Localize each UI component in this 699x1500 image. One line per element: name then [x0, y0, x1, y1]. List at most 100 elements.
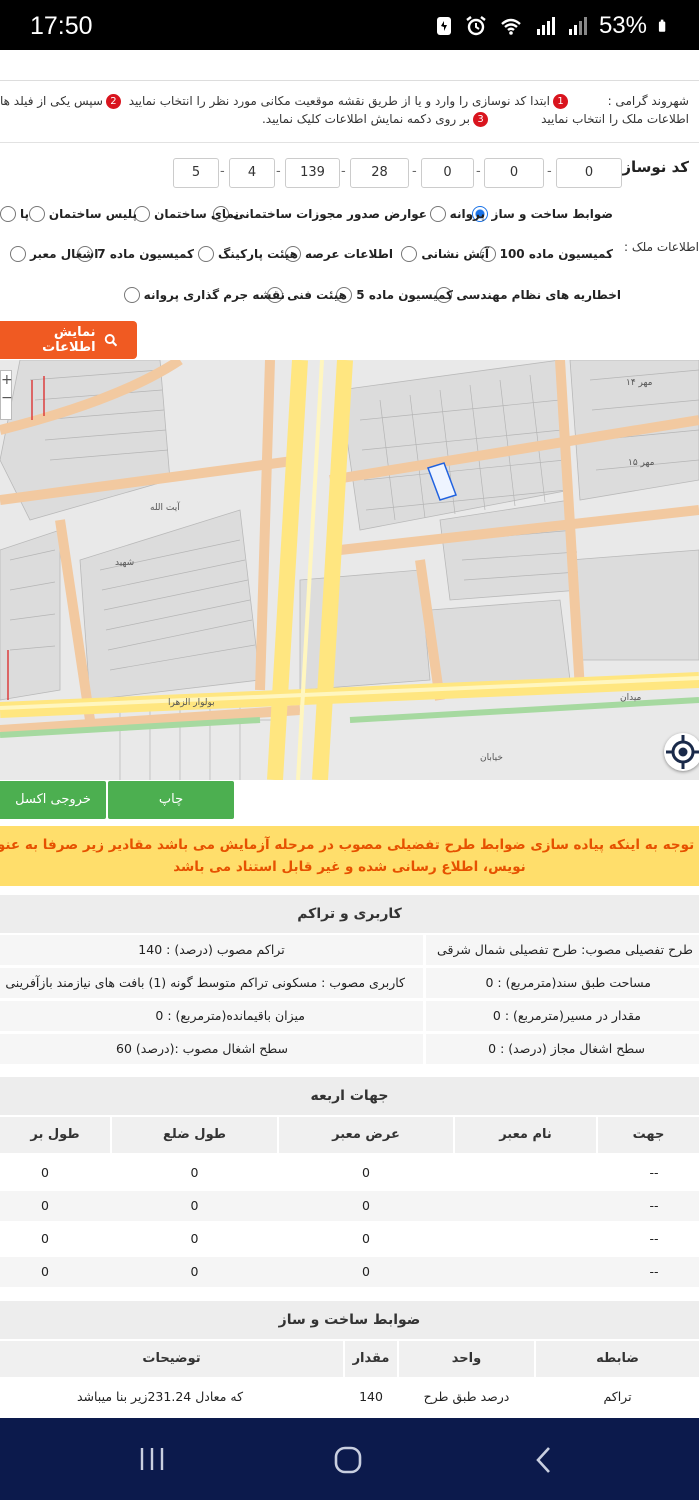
signal-icon-2: [568, 17, 587, 35]
radio[interactable]: [401, 246, 418, 262]
code-field-6[interactable]: 4: [229, 158, 275, 188]
code-field-2[interactable]: 0: [484, 158, 544, 188]
info-approved-density: تراکم مصوب (درصد) : 140: [0, 935, 423, 965]
map-label-boulevard: بولوار الزهرا: [168, 698, 215, 708]
option-parking-board[interactable]: هیئت پارکینگ: [198, 246, 298, 262]
instructions-step2-cont: اطلاعات ملک را انتخاب نمایید: [541, 112, 689, 126]
map-label-shahid: شهید: [115, 558, 134, 568]
code-field-5[interactable]: 139: [285, 158, 340, 188]
info-approved-usage: کاربری مصوب : مسکونی تراکم متوسط گونه (1…: [0, 968, 423, 998]
col-passage-width: عرض معبر: [279, 1117, 453, 1153]
code-field-1[interactable]: 0: [556, 158, 622, 188]
code-separator: -: [341, 164, 346, 179]
search-icon: [104, 334, 117, 347]
code-field-4[interactable]: 28: [350, 158, 409, 188]
show-info-button[interactable]: نمایش اطلاعات: [0, 321, 137, 359]
option-fire-department[interactable]: آتش نشانی: [401, 246, 489, 262]
radio[interactable]: [28, 206, 45, 222]
code-separator: -: [547, 164, 552, 179]
excel-export-button[interactable]: خروجی اکسل: [0, 781, 106, 819]
zoom-in-icon[interactable]: +: [1, 371, 13, 389]
option-commission-5[interactable]: کمیسیون ماده 5: [336, 287, 453, 303]
radio[interactable]: [429, 206, 446, 222]
code-field-3[interactable]: 0: [421, 158, 474, 188]
battery-icon: [658, 19, 666, 32]
option-building-police[interactable]: پلیس ساختمان: [28, 206, 137, 222]
info-detailed-plan: طرح تفصیلی مصوب: طرح تفصیلی شمال شرقی: [426, 935, 699, 965]
map-label-square: میدان: [620, 693, 642, 703]
warning-line-1: با توجه به اینکه پیاده سازی ضوابط طرح تف…: [0, 837, 699, 853]
print-button[interactable]: چاپ: [108, 781, 234, 819]
option-permit-penalty-map[interactable]: نقشه جرم گذاری پروانه: [123, 287, 285, 303]
map-label-mehr14: مهر ۱۴: [626, 378, 653, 388]
col-rule: ضابطه: [536, 1341, 699, 1377]
radio[interactable]: [0, 206, 16, 222]
cell-direction: --: [649, 1198, 659, 1213]
instructions-panel: شهروند گرامی : 1ابتدا کد نوسازی را وارد …: [0, 92, 699, 138]
cell-unit: درصد طبق طرح: [423, 1389, 510, 1404]
cell-direction: --: [649, 1165, 659, 1180]
locate-me-button[interactable]: [664, 733, 699, 771]
cell-frontage-length: 0: [41, 1231, 49, 1246]
radio[interactable]: [123, 287, 140, 303]
wifi-icon: [501, 18, 521, 35]
property-info-label: اطلاعات ملک :: [624, 240, 699, 254]
info-deed-area: مساحت طبق سند(مترمربع) : 0: [426, 968, 699, 998]
home-icon[interactable]: [333, 1445, 363, 1475]
cell-amount: 140: [359, 1389, 383, 1404]
cell-side-length: 0: [190, 1231, 199, 1246]
battery-percentage: 53%: [598, 12, 647, 39]
cell-passage-width: 0: [362, 1165, 370, 1180]
option-building-facade[interactable]: نمای ساختمان: [134, 206, 239, 222]
col-direction: جهت: [598, 1117, 699, 1153]
instructions-step1: 1ابتدا کد نوسازی را وارد و یا از طریق نق…: [129, 94, 571, 109]
radio[interactable]: [198, 246, 215, 262]
usage-density-header: کاربری و تراکم: [0, 895, 699, 933]
cell-direction: --: [649, 1264, 659, 1279]
code-field-7[interactable]: 5: [173, 158, 219, 188]
cell-rule: تراکم: [603, 1389, 632, 1404]
info-remaining-amount: میزان باقیمانده(مترمربع) : 0: [0, 1001, 423, 1031]
cell-frontage-length: 0: [41, 1198, 49, 1213]
col-amount: مقدار: [345, 1341, 397, 1377]
option-construction-rules[interactable]: ضوابط ساخت و ساز: [471, 206, 613, 222]
step2-badge: 2: [105, 94, 121, 109]
option-commission-100[interactable]: کمیسیون ماده 100: [479, 246, 613, 262]
signal-icon-1: [536, 17, 555, 35]
step1-badge: 1: [553, 94, 568, 109]
instructions-greeting: شهروند گرامی :: [607, 94, 689, 108]
construction-rules-header: ضوابط ساخت و ساز: [0, 1301, 699, 1339]
map-canvas[interactable]: بولوار الزهرا مهر ۱۴ مهر ۱۵ آیت الله شهی…: [0, 360, 699, 780]
android-nav-bar: [0, 1418, 699, 1500]
option-permit[interactable]: پروانه: [429, 206, 485, 222]
code-separator: -: [412, 164, 417, 179]
instructions-step2: 2سپس یکی از فیلد ها: [0, 94, 124, 109]
warning-banner: با توجه به اینکه پیاده سازی ضوابط طرح تف…: [0, 826, 699, 886]
cell-passage-width: 0: [362, 1231, 370, 1246]
code-separator: -: [476, 164, 481, 179]
warning-line-2: نویس، اطلاع رسانی شده و غیر قابل استناد …: [173, 859, 526, 875]
step3-badge: 3: [473, 112, 488, 127]
col-passage-name: نام معبر: [455, 1117, 596, 1153]
zoom-out-icon[interactable]: −: [1, 389, 13, 407]
zoom-control[interactable]: + −: [0, 370, 13, 420]
option-permit-fees[interactable]: عوارض صدور مجوزات ساختمانی: [212, 206, 427, 222]
section-divider: [0, 142, 699, 143]
info-path-amount: مقدار در مسیر(مترمربع) : 0: [426, 1001, 699, 1031]
cell-side-length: 0: [190, 1198, 199, 1213]
code-separator: -: [276, 164, 281, 179]
option-land-info[interactable]: اطلاعات عرصه: [284, 246, 393, 262]
status-bar: 17:50 53%: [0, 0, 699, 50]
map-view[interactable]: بولوار الزهرا مهر ۱۴ مهر ۱۵ آیت الله شهی…: [0, 360, 699, 780]
back-icon[interactable]: [534, 1445, 554, 1475]
map-label-ayatollah: آیت الله: [150, 501, 180, 513]
option-engineering-notices[interactable]: اخطاریه های نظام مهندسی: [436, 287, 621, 303]
option-sidewalk-occupancy[interactable]: اشغال معبر: [10, 246, 98, 262]
cell-frontage-length: 0: [41, 1165, 49, 1180]
radio[interactable]: [10, 246, 26, 262]
cell-direction: --: [649, 1231, 659, 1246]
cell-passage-width: 0: [362, 1198, 370, 1213]
recent-apps-icon[interactable]: [138, 1446, 166, 1472]
option-truncated[interactable]: پا: [0, 206, 29, 222]
map-label-street: خیابان: [480, 753, 503, 763]
